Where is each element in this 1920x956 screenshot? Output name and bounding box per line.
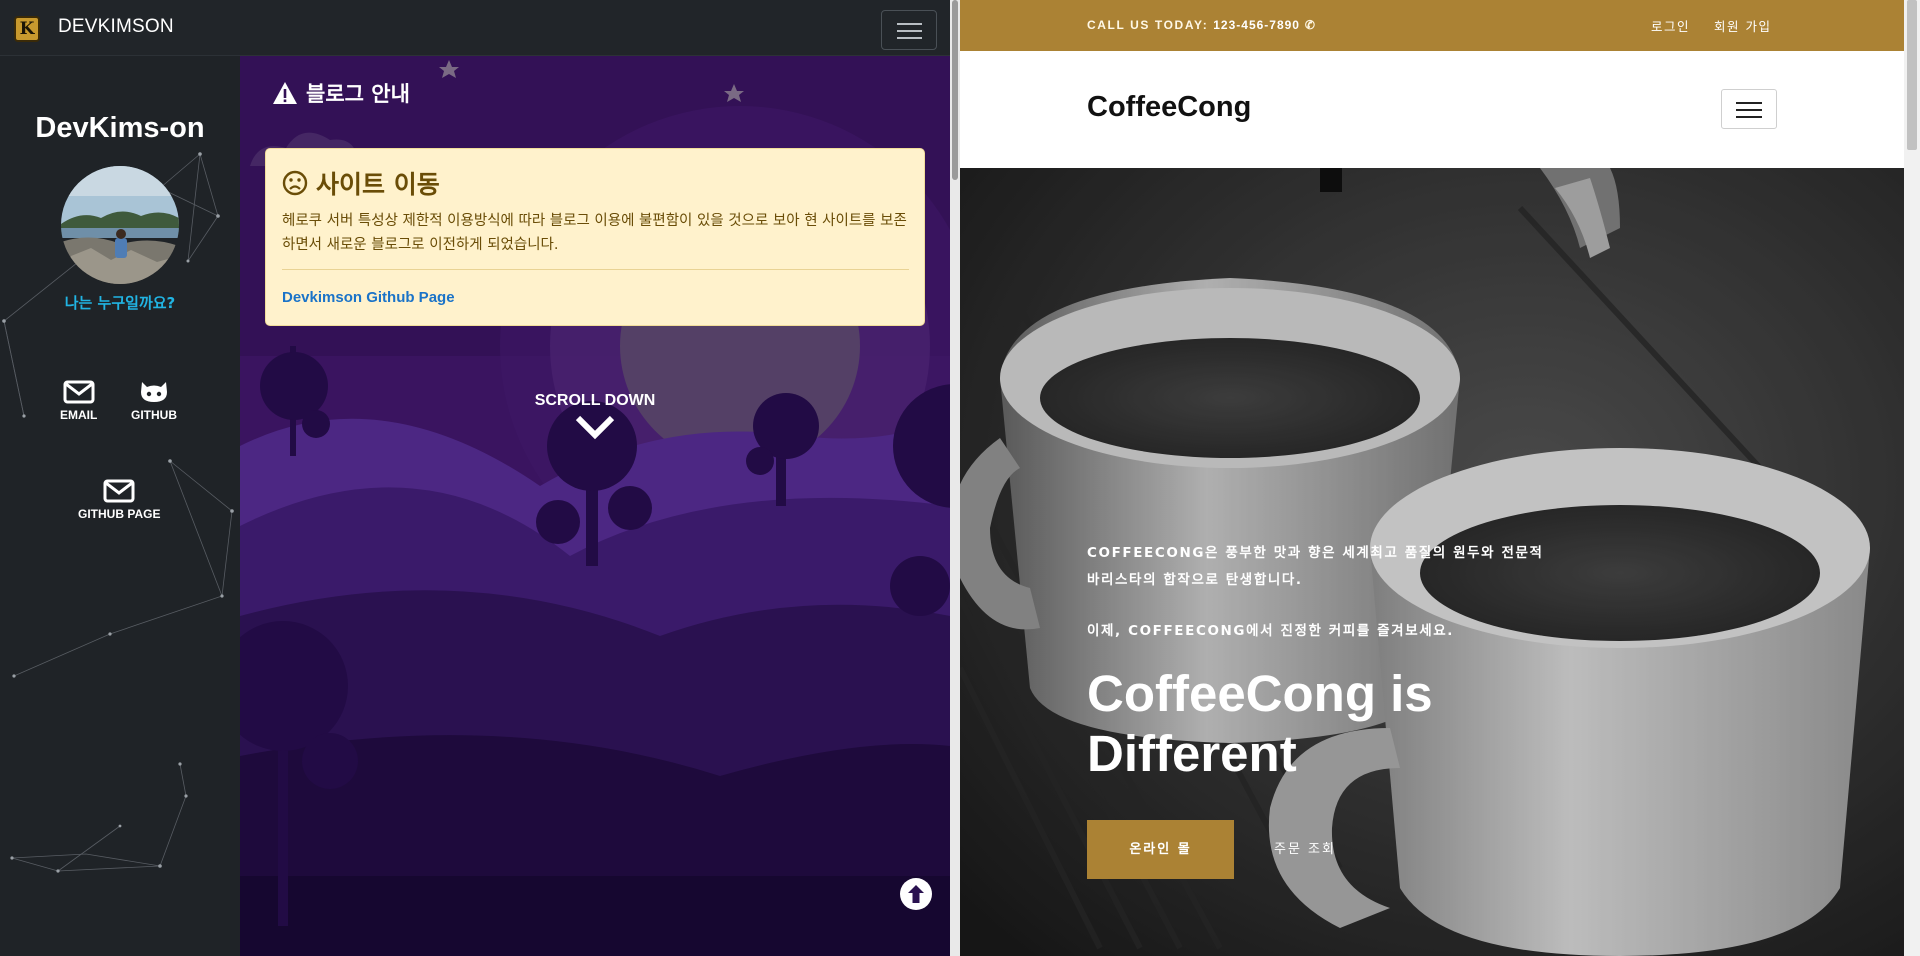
hamburger-line-icon bbox=[897, 37, 922, 39]
phone-icon: ✆ bbox=[1304, 18, 1317, 32]
avatar-image bbox=[61, 166, 179, 284]
chevron-down-icon bbox=[575, 415, 615, 440]
brand-name[interactable]: DEVKIMSON bbox=[58, 16, 174, 38]
brand-logo-icon[interactable]: K bbox=[14, 16, 40, 42]
hamburger-line-icon bbox=[1736, 116, 1762, 118]
sad-face-icon bbox=[282, 170, 308, 196]
alert-title: 사이트 이동 bbox=[282, 165, 440, 201]
left-scrollbar-thumb[interactable] bbox=[952, 0, 958, 180]
alert-divider bbox=[282, 269, 909, 270]
call-us-text: CALL US TODAY: 123-456-7890 ✆ bbox=[1087, 18, 1317, 32]
hamburger-line-icon bbox=[897, 23, 922, 25]
main-content: 블로그 안내 사이트 이동 헤로쿠 서버 특성상 제한적 이용방식에 따라 블로… bbox=[240, 56, 950, 956]
email-link-label: EMAIL bbox=[60, 408, 98, 422]
phone-number[interactable]: 123-456-7890 bbox=[1213, 18, 1300, 32]
scroll-down-label: SCROLL DOWN bbox=[534, 392, 656, 409]
order-lookup-button[interactable]: 주문 조회 bbox=[1274, 838, 1336, 857]
alert-body: 헤로쿠 서버 특성상 제한적 이용방식에 따라 블로그 이용에 불편함이 있을 … bbox=[282, 213, 907, 253]
site-logo[interactable]: CoffeeCong bbox=[1087, 91, 1251, 124]
online-mall-button[interactable]: 온라인 몰 bbox=[1087, 820, 1234, 879]
devkimson-window: K DEVKIMSON DevKims-on 나는 누구일까요? EMAIL G… bbox=[0, 0, 950, 956]
coffeecong-window: CALL US TODAY: 123-456-7890 ✆ 로그인 회원 가입 … bbox=[960, 0, 1904, 956]
avatar[interactable] bbox=[61, 166, 179, 284]
right-scrollbar-thumb[interactable] bbox=[1907, 0, 1917, 150]
email-link[interactable]: EMAIL bbox=[60, 380, 97, 422]
hero-section: COFFEECONG은 풍부한 맛과 향은 세계최고 품질의 원두와 전문적 바… bbox=[960, 168, 1904, 956]
signup-link[interactable]: 회원 가입 bbox=[1714, 16, 1771, 35]
github-link[interactable]: GITHUB bbox=[131, 380, 177, 422]
hero-description-secondary: 이제, COFFEECONG에서 진정한 커피를 즐겨보세요. bbox=[1087, 623, 1454, 639]
call-us-label: CALL US TODAY: bbox=[1087, 18, 1209, 32]
hamburger-line-icon bbox=[1736, 109, 1762, 111]
hero-headline: CoffeeCong is Different bbox=[1087, 665, 1433, 782]
notice-heading-text: 블로그 안내 bbox=[306, 82, 410, 106]
github-link-label: GITHUB bbox=[131, 408, 177, 422]
sidebar: DevKims-on 나는 누구일까요? EMAIL GITHUB GITHUB… bbox=[0, 56, 240, 956]
arrow-up-icon bbox=[901, 879, 931, 909]
notice-heading: 블로그 안내 bbox=[272, 78, 410, 108]
hamburger-line-icon bbox=[1736, 102, 1762, 104]
profile-name: DevKims-on bbox=[35, 112, 205, 144]
scroll-to-top-button[interactable] bbox=[900, 878, 932, 910]
github-icon bbox=[141, 382, 167, 402]
hero-description: COFFEECONG은 풍부한 맛과 향은 세계최고 품질의 원두와 전문적 바… bbox=[1087, 545, 1544, 588]
who-am-i-link[interactable]: 나는 누구일까요? bbox=[0, 292, 240, 313]
github-page-link-label: GITHUB PAGE bbox=[78, 507, 161, 521]
scroll-down-button[interactable]: SCROLL DOWN bbox=[520, 392, 670, 442]
topbar: CALL US TODAY: 123-456-7890 ✆ 로그인 회원 가입 bbox=[960, 0, 1904, 51]
warning-icon bbox=[273, 82, 297, 104]
login-link[interactable]: 로그인 bbox=[1651, 16, 1690, 35]
hamburger-line-icon bbox=[897, 30, 922, 32]
alert-title-text: 사이트 이동 bbox=[316, 170, 440, 199]
envelope-icon bbox=[63, 380, 95, 404]
envelope-icon bbox=[103, 479, 135, 503]
github-page-alert-link[interactable]: Devkimson Github Page bbox=[282, 289, 455, 306]
hamburger-menu-button[interactable] bbox=[881, 10, 937, 50]
github-page-link[interactable]: GITHUB PAGE bbox=[78, 479, 160, 521]
top-navbar: K DEVKIMSON bbox=[0, 0, 950, 56]
main-navbar: CoffeeCong bbox=[960, 51, 1904, 168]
site-move-alert: 사이트 이동 헤로쿠 서버 특성상 제한적 이용방식에 따라 블로그 이용에 불… bbox=[265, 148, 925, 326]
hamburger-menu-button[interactable] bbox=[1721, 89, 1777, 129]
